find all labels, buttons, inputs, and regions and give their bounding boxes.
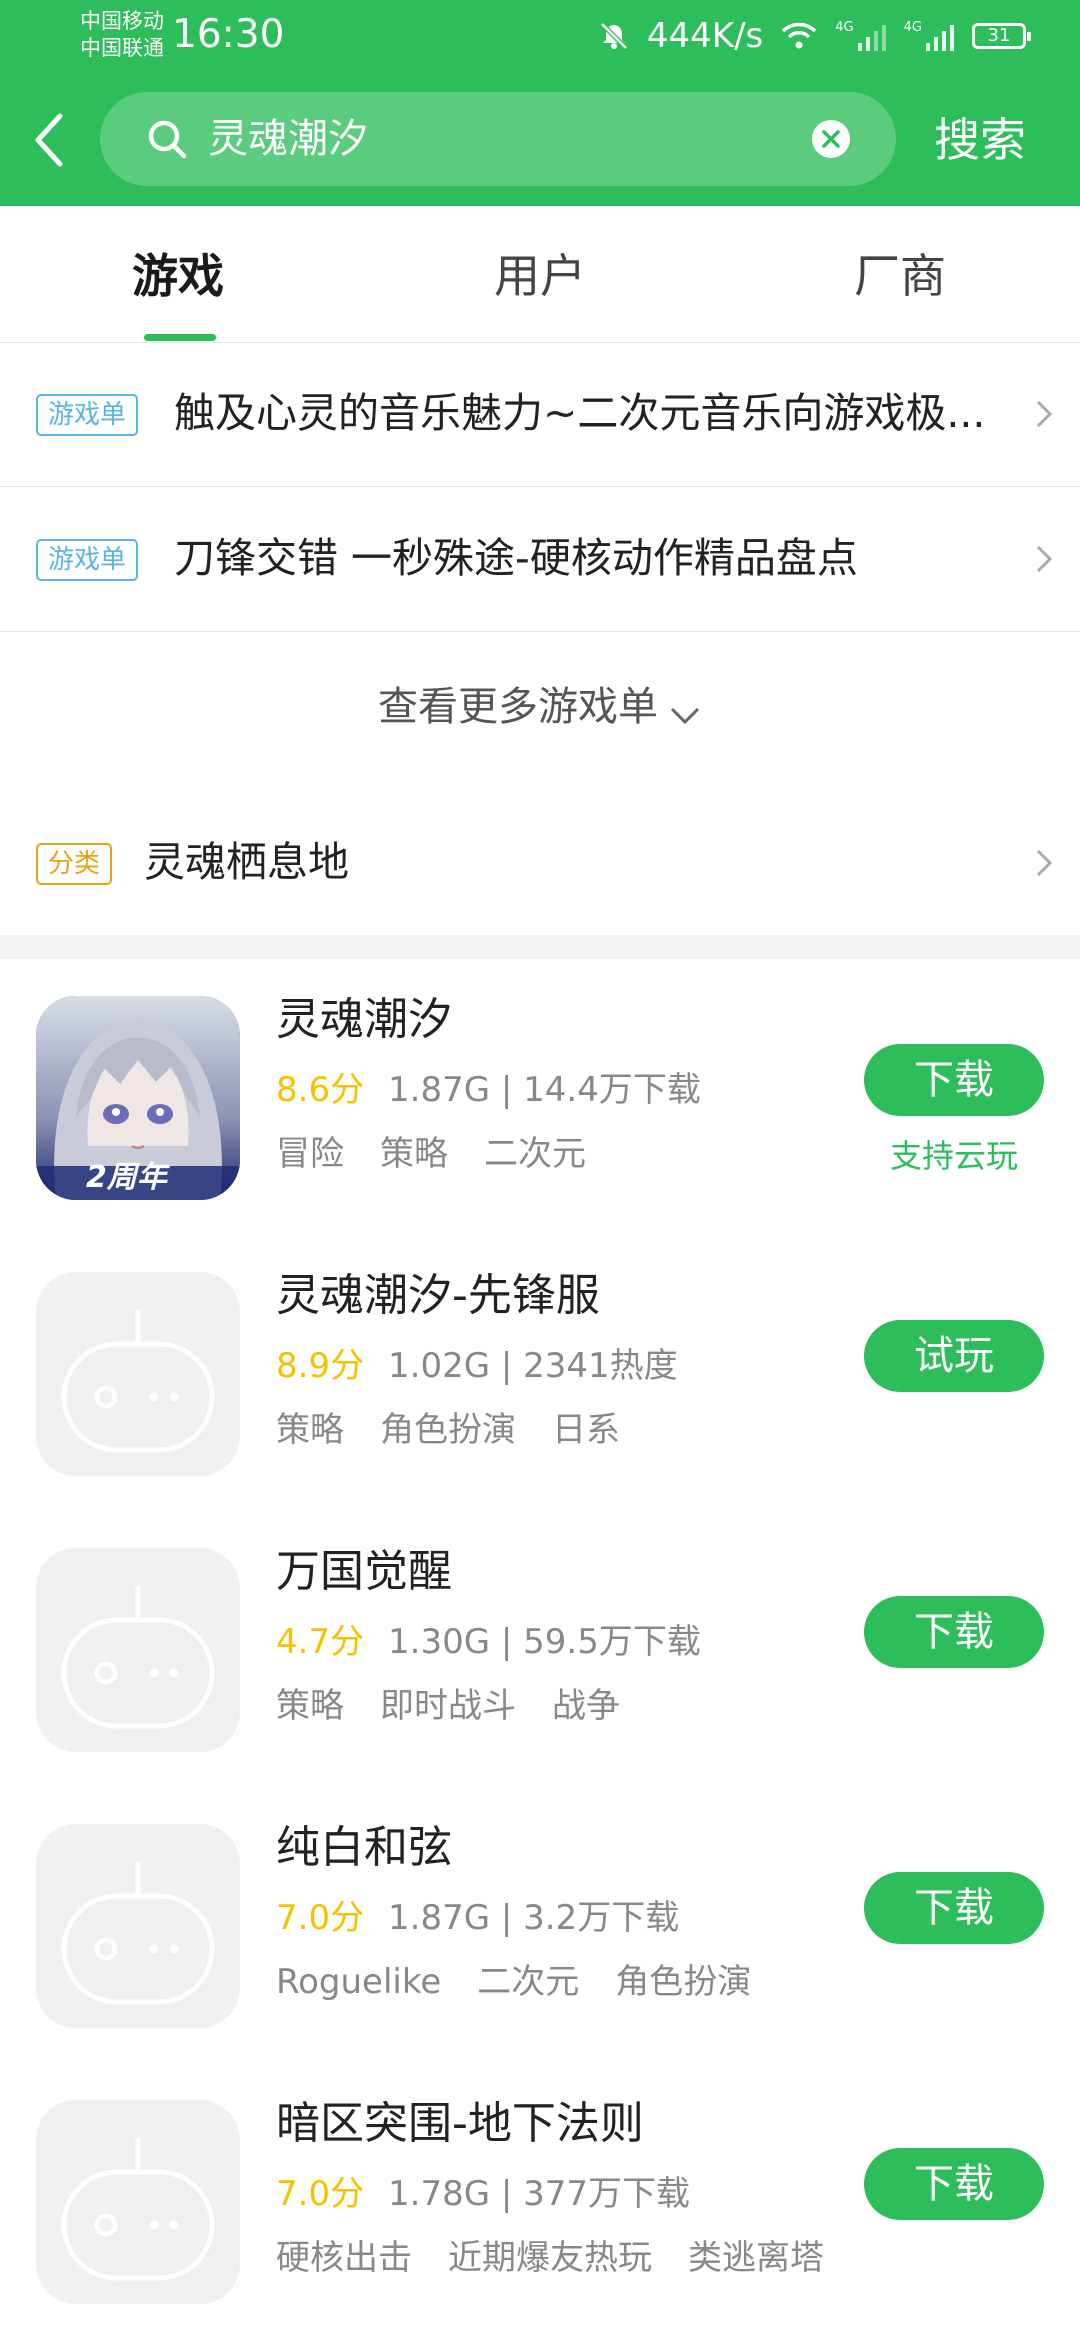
result-tabs: 游戏 用户 厂商	[0, 206, 1080, 343]
game-list-tag: 游戏单	[36, 539, 139, 581]
game-list-title: 刀锋交错 一秒殊途-硬核动作精品盘点	[174, 534, 858, 582]
carrier-1: 中国移动	[80, 9, 164, 33]
category-title: 灵魂栖息地	[144, 838, 349, 886]
game-icon[interactable]	[36, 1824, 240, 2028]
game-list-tag: 游戏单	[36, 394, 139, 436]
game-tags: 策略 即时战斗 战争	[276, 1684, 620, 1728]
game-score: 4.7分	[276, 1622, 365, 1662]
game-item[interactable]: 暗区突围-地下法则 7.0分 1.78G | 377万下载 硬核出击 近期爆友热…	[0, 2064, 1080, 2340]
game-icon[interactable]	[36, 1548, 240, 1752]
search-input[interactable]: 灵魂潮汐	[208, 112, 368, 166]
placeholder-robot-icon	[61, 1585, 215, 1729]
chevron-down-icon	[670, 707, 700, 724]
game-title: 灵魂潮汐-先锋服	[276, 1270, 600, 1321]
game-tag: 策略	[276, 1410, 344, 1450]
game-meta: 1.87G | 14.4万下载	[388, 1070, 701, 1110]
game-tag: 即时战斗	[380, 1686, 516, 1726]
game-item[interactable]: 灵魂潮汐-先锋服 8.9分 1.02G | 2341热度 策略 角色扮演 日系 …	[0, 1236, 1080, 1512]
section-divider	[0, 935, 1080, 959]
wifi-icon	[782, 22, 817, 49]
game-title: 纯白和弦	[276, 1822, 452, 1873]
status-bar: 中国移动 中国联通 16:30 444K/s 4G 4G 31	[0, 0, 1080, 72]
anniversary-badge: 2周年	[86, 1160, 167, 1195]
trial-button[interactable]: 试玩	[864, 1320, 1044, 1392]
category-tag: 分类	[36, 843, 113, 885]
game-icon[interactable]	[36, 2100, 240, 2304]
game-item[interactable]: 2周年 灵魂潮汐 8.6分 1.87G | 14.4万下载 冒险 策略 二次元 …	[0, 960, 1080, 1236]
battery-icon: 31	[972, 23, 1031, 49]
status-time: 16:30	[172, 12, 285, 57]
game-list-title: 触及心灵的音乐魅力~二次元音乐向游戏极...	[174, 389, 986, 437]
game-score: 8.9分	[276, 1346, 365, 1386]
game-list-row[interactable]: 游戏单 刀锋交错 一秒殊途-硬核动作精品盘点	[0, 487, 1080, 632]
search-button[interactable]: 搜索	[934, 110, 1026, 170]
game-tags: 策略 角色扮演 日系	[276, 1408, 620, 1452]
search-icon	[148, 120, 187, 159]
chevron-right-icon	[1036, 849, 1053, 877]
category-row[interactable]: 分类 灵魂栖息地	[0, 791, 1080, 936]
game-item[interactable]: 万国觉醒 4.7分 1.30G | 59.5万下载 策略 即时战斗 战争 下载	[0, 1512, 1080, 1788]
placeholder-robot-icon	[61, 1861, 215, 2005]
game-title: 万国觉醒	[276, 1546, 452, 1597]
game-icon[interactable]: 2周年	[36, 996, 240, 1200]
game-meta: 1.87G | 3.2万下载	[388, 1898, 680, 1938]
placeholder-robot-icon	[61, 2137, 215, 2281]
download-button[interactable]: 下载	[864, 2148, 1044, 2220]
carrier-2: 中国联通	[80, 36, 164, 60]
game-score: 7.0分	[276, 1898, 365, 1938]
game-tag: 硬核出击	[276, 2238, 412, 2278]
game-score: 8.6分	[276, 1070, 365, 1110]
download-button[interactable]: 下载	[864, 1044, 1044, 1116]
tab-indicator	[144, 334, 216, 341]
game-list-row[interactable]: 游戏单 触及心灵的音乐魅力~二次元音乐向游戏极...	[0, 342, 1080, 487]
game-tag: 角色扮演	[380, 1410, 516, 1450]
tab-users[interactable]: 用户	[494, 246, 586, 306]
game-icon[interactable]	[36, 1272, 240, 1476]
game-title: 暗区突围-地下法则	[276, 2098, 644, 2149]
more-game-lists-button[interactable]: 查看更多游戏单	[0, 632, 1080, 782]
bell-muted-icon	[600, 22, 628, 50]
game-tag: 冒险	[276, 1134, 344, 1174]
carrier-info: 中国移动 中国联通	[80, 8, 164, 62]
game-tag: 战争	[552, 1686, 620, 1726]
back-arrow-icon[interactable]	[30, 110, 70, 170]
chevron-right-icon	[1036, 400, 1053, 428]
game-tag: 二次元	[477, 1962, 580, 2002]
more-game-lists-label: 查看更多游戏单	[378, 684, 658, 730]
status-icons: 444K/s 4G 4G 31	[599, 14, 1031, 58]
game-tags: 硬核出击 近期爆友热玩 类逃离塔	[276, 2236, 824, 2280]
game-tags: 冒险 策略 二次元	[276, 1132, 586, 1176]
game-item[interactable]: 纯白和弦 7.0分 1.87G | 3.2万下载 Roguelike 二次元 角…	[0, 1788, 1080, 2064]
chevron-right-icon	[1036, 545, 1053, 573]
game-title: 灵魂潮汐	[276, 994, 452, 1045]
signal-icon-1: 4G	[835, 21, 886, 51]
game-tag: 类逃离塔	[688, 2238, 824, 2278]
game-tag: 日系	[552, 1410, 620, 1450]
top-bar: 中国移动 中国联通 16:30 444K/s 4G 4G 31 灵魂潮汐 搜索	[0, 0, 1080, 206]
game-tag: 角色扮演	[615, 1962, 752, 2002]
game-tag: 近期爆友热玩	[448, 2238, 652, 2278]
download-button[interactable]: 下载	[864, 1872, 1044, 1944]
game-score: 7.0分	[276, 2174, 365, 2214]
game-meta: 1.78G | 377万下载	[388, 2174, 691, 2214]
download-button[interactable]: 下载	[864, 1596, 1044, 1668]
game-tag: 策略	[380, 1134, 448, 1174]
cloud-play-link[interactable]: 支持云玩	[864, 1134, 1044, 1178]
signal-icon-2: 4G	[904, 21, 954, 51]
clear-icon[interactable]	[812, 120, 850, 158]
tab-games[interactable]: 游戏	[132, 246, 224, 306]
game-meta: 1.02G | 2341热度	[388, 1346, 678, 1386]
placeholder-robot-icon	[61, 1309, 215, 1453]
game-tag: 二次元	[484, 1134, 586, 1174]
search-box[interactable]: 灵魂潮汐	[100, 92, 896, 186]
game-tags: Roguelike 二次元 角色扮演	[276, 1960, 751, 2004]
tab-vendors[interactable]: 厂商	[854, 246, 946, 306]
game-tag: Roguelike	[276, 1962, 442, 2002]
game-meta: 1.30G | 59.5万下载	[388, 1622, 701, 1662]
game-tag: 策略	[276, 1686, 344, 1726]
network-speed: 444K/s	[646, 16, 764, 56]
